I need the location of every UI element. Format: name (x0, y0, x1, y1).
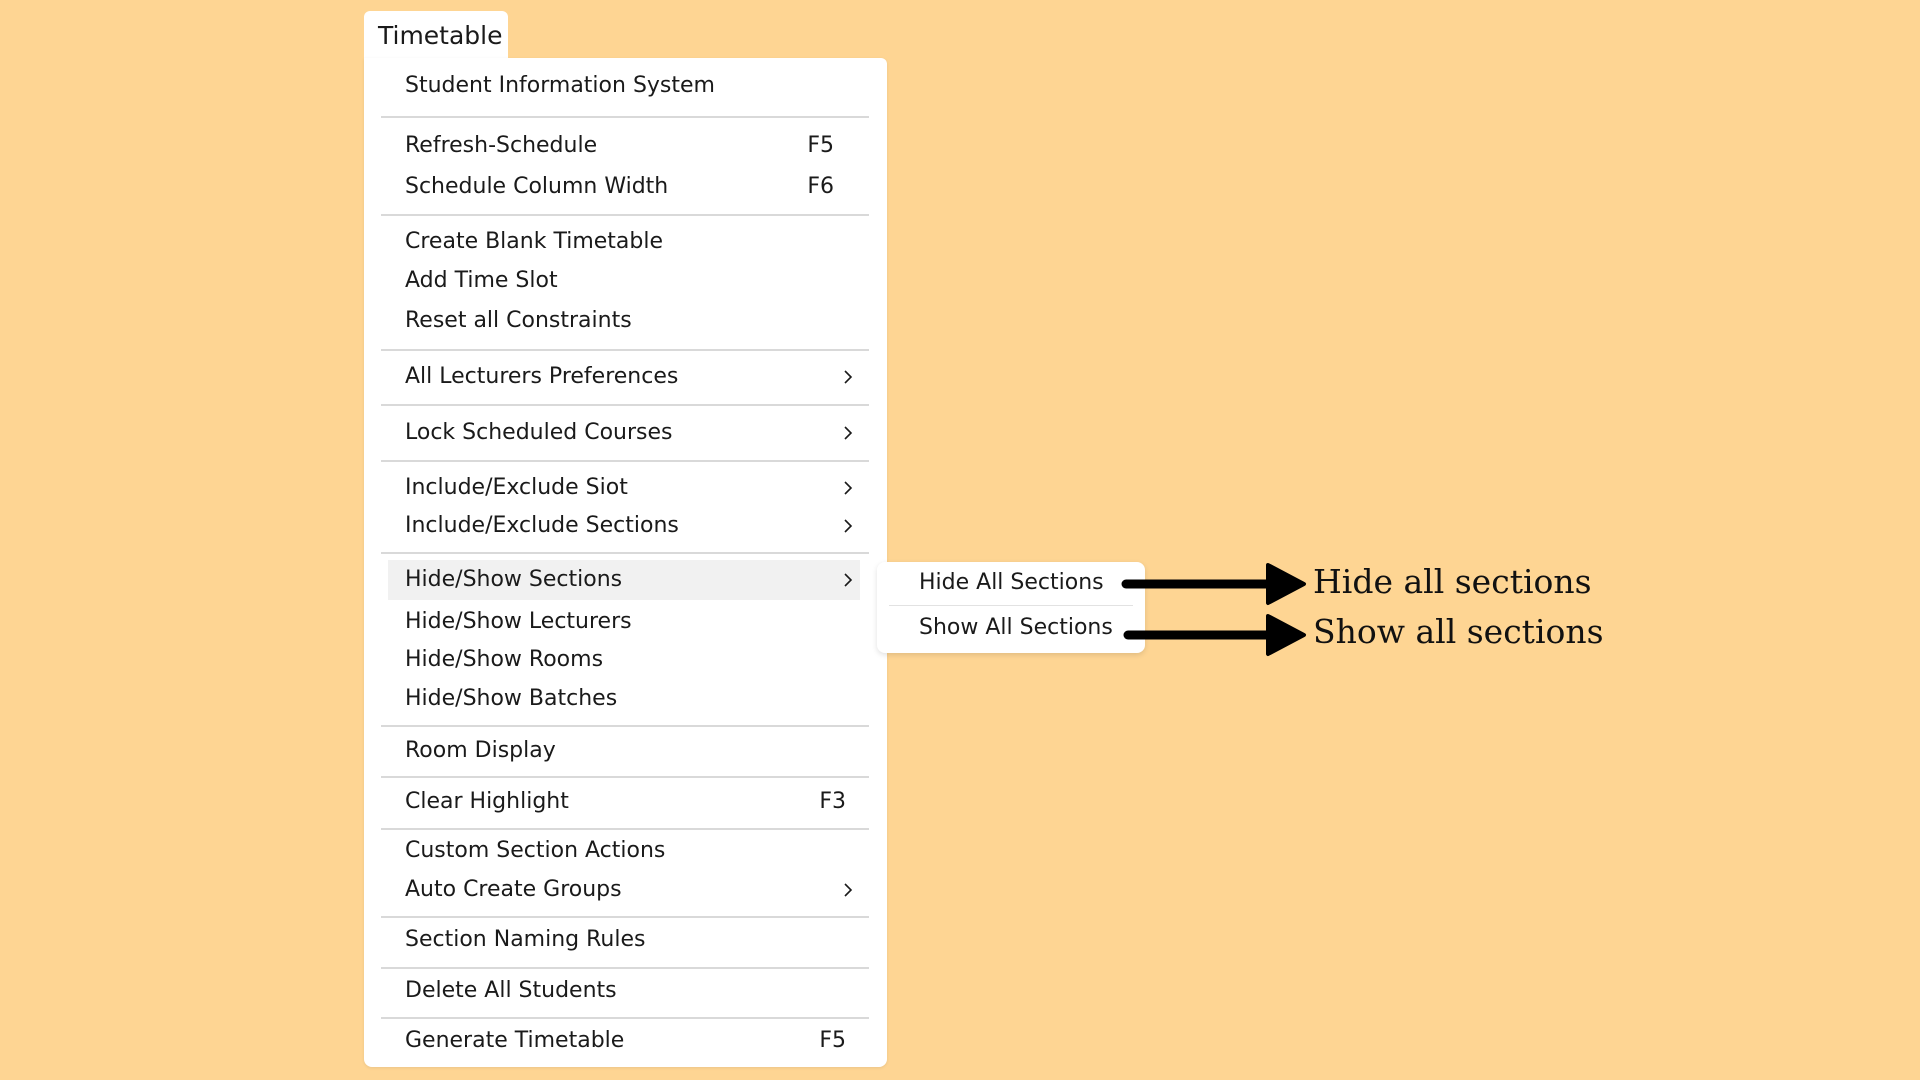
menu-item-label: Delete All Students (405, 978, 617, 1003)
callout-show-all-sections: Show all sections (1313, 612, 1604, 651)
chevron-right-icon (844, 573, 853, 587)
menu-separator (381, 725, 869, 727)
menu-item-clear-highlight[interactable]: Clear Highlight F3 (405, 782, 860, 822)
menu-separator (381, 776, 869, 778)
menu-item-label: Hide/Show Rooms (405, 647, 604, 672)
shortcut-label: F3 (819, 789, 846, 814)
chevron-right-icon (844, 883, 853, 897)
menu-item-label: Student Information System (405, 73, 715, 98)
shortcut-label: F6 (807, 174, 834, 199)
menu-item-hide-show-lecturers[interactable]: Hide/Show Lecturers (405, 602, 860, 642)
menu-item-label: Add Time Slot (405, 268, 558, 293)
arrow-right-icon (1123, 614, 1306, 656)
menu-item-auto-create-groups[interactable]: Auto Create Groups (405, 870, 860, 910)
menu-item-lock-scheduled-courses[interactable]: Lock Scheduled Courses (405, 413, 860, 453)
menu-item-section-naming-rules[interactable]: Section Naming Rules (405, 920, 860, 960)
menu-item-include-exclude-sections[interactable]: Include/Exclude Sections (405, 506, 860, 546)
submenu-item-show-all-sections[interactable]: Show All Sections (919, 608, 1113, 648)
chevron-right-icon (844, 370, 853, 384)
menu-separator (381, 1017, 869, 1019)
menu-item-label: Section Naming Rules (405, 927, 646, 952)
menu-item-label: Create Blank Timetable (405, 229, 664, 254)
menu-item-include-exclude-siot[interactable]: Include/Exclude Siot (405, 468, 860, 508)
menu-item-schedule-column-width[interactable]: Schedule Column Width F6 (405, 167, 860, 207)
menu-separator (381, 916, 869, 918)
submenu-separator (889, 605, 1133, 606)
menu-item-label: Auto Create Groups (405, 877, 622, 902)
menu-item-label: Include/Exclude Sections (405, 513, 679, 538)
menu-separator (381, 828, 869, 830)
menu-item-label: Hide/Show Lecturers (405, 609, 632, 634)
menu-title-tab[interactable]: Timetable (364, 11, 508, 61)
menu-item-label: Clear Highlight (405, 789, 569, 814)
menu-item-label: Room Display (405, 738, 556, 763)
menu-item-all-lecturers-preferences[interactable]: All Lecturers Preferences (405, 357, 860, 397)
menu-item-generate-timetable[interactable]: Generate Timetable F5 (405, 1021, 860, 1061)
menu-separator (381, 214, 869, 216)
menu-separator (381, 116, 869, 118)
menu-item-hide-show-sections[interactable]: Hide/Show Sections (388, 560, 860, 600)
menu-item-label: All Lecturers Preferences (405, 364, 679, 389)
menu-separator (381, 460, 869, 462)
menu-item-hide-show-rooms[interactable]: Hide/Show Rooms (405, 640, 860, 680)
menu-item-label: Custom Section Actions (405, 838, 666, 863)
menu-item-create-blank-timetable[interactable]: Create Blank Timetable (405, 222, 860, 262)
submenu-item-hide-all-sections[interactable]: Hide All Sections (919, 563, 1104, 603)
menu-item-label: Reset all Constraints (405, 308, 632, 333)
menu-item-delete-all-students[interactable]: Delete All Students (405, 971, 860, 1011)
chevron-right-icon (844, 481, 853, 495)
callout-hide-all-sections: Hide all sections (1313, 562, 1592, 601)
menu-item-student-information-system[interactable]: Student Information System (405, 66, 860, 106)
menu-separator (381, 349, 869, 351)
menu-item-add-time-slot[interactable]: Add Time Slot (405, 261, 860, 301)
shortcut-label: F5 (807, 133, 834, 158)
menu-item-label: Hide/Show Batches (405, 686, 618, 711)
menu-separator (381, 967, 869, 969)
menu-separator (381, 552, 869, 554)
menu-separator (381, 404, 869, 406)
chevron-right-icon (844, 426, 853, 440)
menu-item-custom-section-actions[interactable]: Custom Section Actions (405, 831, 860, 871)
menu-item-room-display[interactable]: Room Display (405, 731, 860, 771)
menu-item-label: Generate Timetable (405, 1028, 625, 1053)
menu-item-label: Refresh-Schedule (405, 133, 598, 158)
menu-item-label: Lock Scheduled Courses (405, 420, 673, 445)
menu-item-refresh-schedule[interactable]: Refresh-Schedule F5 (405, 126, 860, 166)
menu-item-label: Include/Exclude Siot (405, 475, 628, 500)
menu-item-label: Hide/Show Sections (405, 567, 623, 592)
chevron-right-icon (844, 519, 853, 533)
arrow-right-icon (1121, 563, 1306, 605)
menu-item-reset-all-constraints[interactable]: Reset all Constraints (405, 301, 860, 341)
shortcut-label: F5 (819, 1028, 846, 1053)
menu-item-label: Schedule Column Width (405, 174, 669, 199)
menu-item-hide-show-batches[interactable]: Hide/Show Batches (405, 679, 860, 719)
